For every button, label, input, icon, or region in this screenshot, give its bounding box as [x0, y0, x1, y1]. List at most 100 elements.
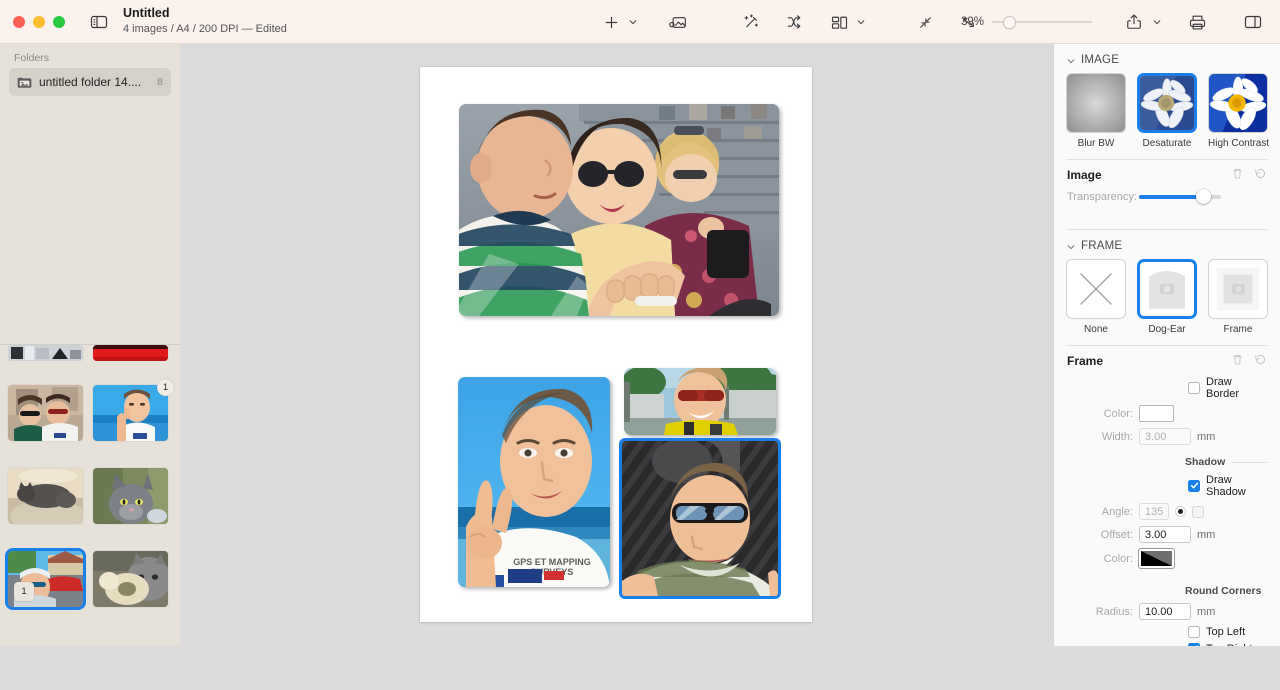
add-button[interactable] — [596, 9, 626, 35]
frame-chevron-down-icon[interactable] — [1067, 242, 1075, 250]
image-trash-icon[interactable] — [1231, 167, 1244, 183]
inspector-toggle-icon[interactable] — [1238, 9, 1268, 35]
corner-radius-field[interactable]: 10.00 — [1139, 603, 1191, 620]
folder-name: untitled folder 14.... — [39, 75, 142, 89]
border-color-swatch[interactable] — [1139, 405, 1174, 422]
thumb-partial-right[interactable] — [93, 345, 168, 361]
frame-section-title: FRAME — [1081, 240, 1123, 252]
transparency-slider-knob[interactable] — [1195, 189, 1211, 204]
frame-none[interactable]: None — [1066, 259, 1126, 335]
frame-preset-row: None Dog-Ear Frame — [1054, 259, 1280, 335]
thumbnail-cell[interactable] — [93, 468, 168, 524]
draw-shadow-checkbox[interactable] — [1188, 479, 1200, 492]
thumbnail-cell[interactable] — [8, 345, 83, 361]
shadow-color-swatch[interactable] — [1138, 548, 1175, 569]
zoom-slider-knob[interactable] — [1003, 16, 1017, 29]
draw-border-row[interactable]: Draw Border — [1054, 373, 1280, 402]
preset-high-contrast[interactable]: High Contrast — [1208, 73, 1269, 149]
share-icon[interactable] — [1118, 9, 1150, 35]
image-subsection-header: Image — [1054, 160, 1280, 187]
zoom-level-label: 39% — [960, 16, 984, 28]
add-image-icon[interactable] — [662, 9, 692, 35]
thumb-couple-selfie[interactable] — [8, 385, 83, 441]
thumbnail-cell-selected[interactable]: 1 — [8, 551, 83, 607]
sidebar-toggle-icon[interactable] — [89, 12, 109, 32]
thumb-partial-left[interactable] — [8, 345, 83, 361]
share-chevron-down-icon[interactable] — [1150, 9, 1164, 35]
shadow-angle-field[interactable]: 135 — [1139, 503, 1169, 520]
border-width-field[interactable]: 3.00 — [1139, 428, 1191, 445]
image-section-header[interactable]: IMAGE — [1054, 44, 1280, 73]
layout-icon[interactable] — [824, 9, 854, 35]
border-color-row: Color: — [1054, 402, 1280, 425]
thumbnail-cell[interactable] — [8, 468, 83, 524]
shuffle-icon[interactable] — [780, 9, 810, 35]
photo-stadium-couple[interactable] — [459, 104, 779, 316]
shadow-group-header: Shadow — [1054, 448, 1280, 471]
sidebar-item-folder[interactable]: untitled folder 14.... 8 — [9, 68, 171, 96]
frame-reset-icon[interactable] — [1254, 353, 1267, 369]
shadow-offset-field[interactable]: 3.00 — [1139, 526, 1191, 543]
corner-radius-unit: mm — [1197, 605, 1216, 618]
image-chevron-down-icon[interactable] — [1067, 56, 1075, 64]
border-width-unit: mm — [1197, 430, 1216, 443]
thumbnail-cell[interactable] — [93, 345, 168, 361]
draw-shadow-row[interactable]: Draw Shadow — [1054, 471, 1280, 500]
close-button[interactable] — [13, 15, 25, 28]
page-sheet[interactable]: GPS ET MAPPING SURVEYS — [420, 67, 812, 622]
print-icon[interactable] — [1182, 9, 1212, 35]
traffic-lights — [0, 15, 65, 28]
image-reset-icon[interactable] — [1254, 167, 1267, 183]
app-window: Untitled 4 images / A4 / 200 DPI — Edite… — [0, 0, 1280, 646]
frame-subsection-header: Frame — [1054, 346, 1280, 373]
shadow-angle-lock-checkbox[interactable] — [1192, 505, 1204, 518]
frame-section-header[interactable]: FRAME — [1054, 230, 1280, 259]
corner-top-right-checkbox[interactable] — [1188, 642, 1200, 646]
frame-frame[interactable]: Frame — [1208, 259, 1268, 335]
layout-chevron-down-icon[interactable] — [854, 9, 868, 35]
document-info: Untitled 4 images / A4 / 200 DPI — Edite… — [123, 6, 287, 36]
toolbar-center-group — [596, 0, 983, 44]
thumb-cat-sleeping[interactable] — [8, 468, 83, 524]
corner-top-left-row[interactable]: Top Left — [1054, 623, 1280, 640]
shadow-angle-wheel[interactable] — [1175, 506, 1186, 517]
corner-radius-label: Radius: — [1095, 605, 1133, 618]
border-width-row: Width: 3.00 mm — [1054, 425, 1280, 448]
thumbnail-cell[interactable] — [93, 551, 168, 607]
shadow-color-row: Color: — [1054, 546, 1280, 571]
canvas-area[interactable]: GPS ET MAPPING SURVEYS — [180, 44, 1053, 646]
thumb-cat-donut[interactable] — [93, 551, 168, 607]
thumb-cat-looking-up[interactable] — [93, 468, 168, 524]
corner-top-left-checkbox[interactable] — [1188, 625, 1200, 638]
shadow-angle-label: Angle: — [1101, 505, 1133, 518]
minimize-button[interactable] — [33, 15, 45, 28]
photo-man-striped-selected[interactable] — [622, 441, 778, 596]
frame-frame-label: Frame — [1223, 324, 1253, 335]
zoom-slider[interactable] — [992, 14, 1092, 30]
photo-peace-sign[interactable]: GPS ET MAPPING SURVEYS — [458, 377, 610, 587]
draw-border-checkbox[interactable] — [1188, 381, 1200, 394]
thumb-peace-sign[interactable] — [93, 385, 168, 441]
preset-blur-bw[interactable]: Blur BW — [1066, 73, 1126, 149]
thumbnail-cell[interactable] — [8, 385, 83, 441]
auto-enhance-icon[interactable] — [736, 9, 766, 35]
transparency-label: Transparency: — [1067, 191, 1137, 203]
folder-image-icon — [17, 77, 32, 88]
shadow-group-line — [1232, 461, 1267, 463]
frame-none-label: None — [1084, 324, 1108, 335]
collapse-arrows-icon[interactable] — [910, 9, 940, 35]
frame-trash-icon[interactable] — [1231, 353, 1244, 369]
corner-top-right-row[interactable]: Top Right — [1054, 640, 1280, 646]
left-sidebar: Folders untitled folder 14.... 8 1 1 — [0, 44, 180, 646]
corner-top-right-label: Top Right — [1206, 643, 1252, 647]
thumbnail-cell[interactable]: 1 — [93, 379, 174, 441]
corner-top-left-label: Top Left — [1206, 625, 1246, 638]
add-chevron-down-icon[interactable] — [626, 9, 640, 35]
zoom-window-button[interactable] — [53, 15, 65, 28]
transparency-slider[interactable] — [1139, 189, 1221, 204]
frame-dog-ear[interactable]: Dog-Ear — [1137, 259, 1197, 335]
photo-man-sunglasses[interactable] — [624, 368, 776, 435]
transparency-row: Transparency: — [1054, 187, 1280, 207]
preset-desaturate[interactable]: Desaturate — [1137, 73, 1197, 149]
inspector-panel: IMAGE Blur BW Desaturate High Contrast I… — [1053, 44, 1280, 646]
